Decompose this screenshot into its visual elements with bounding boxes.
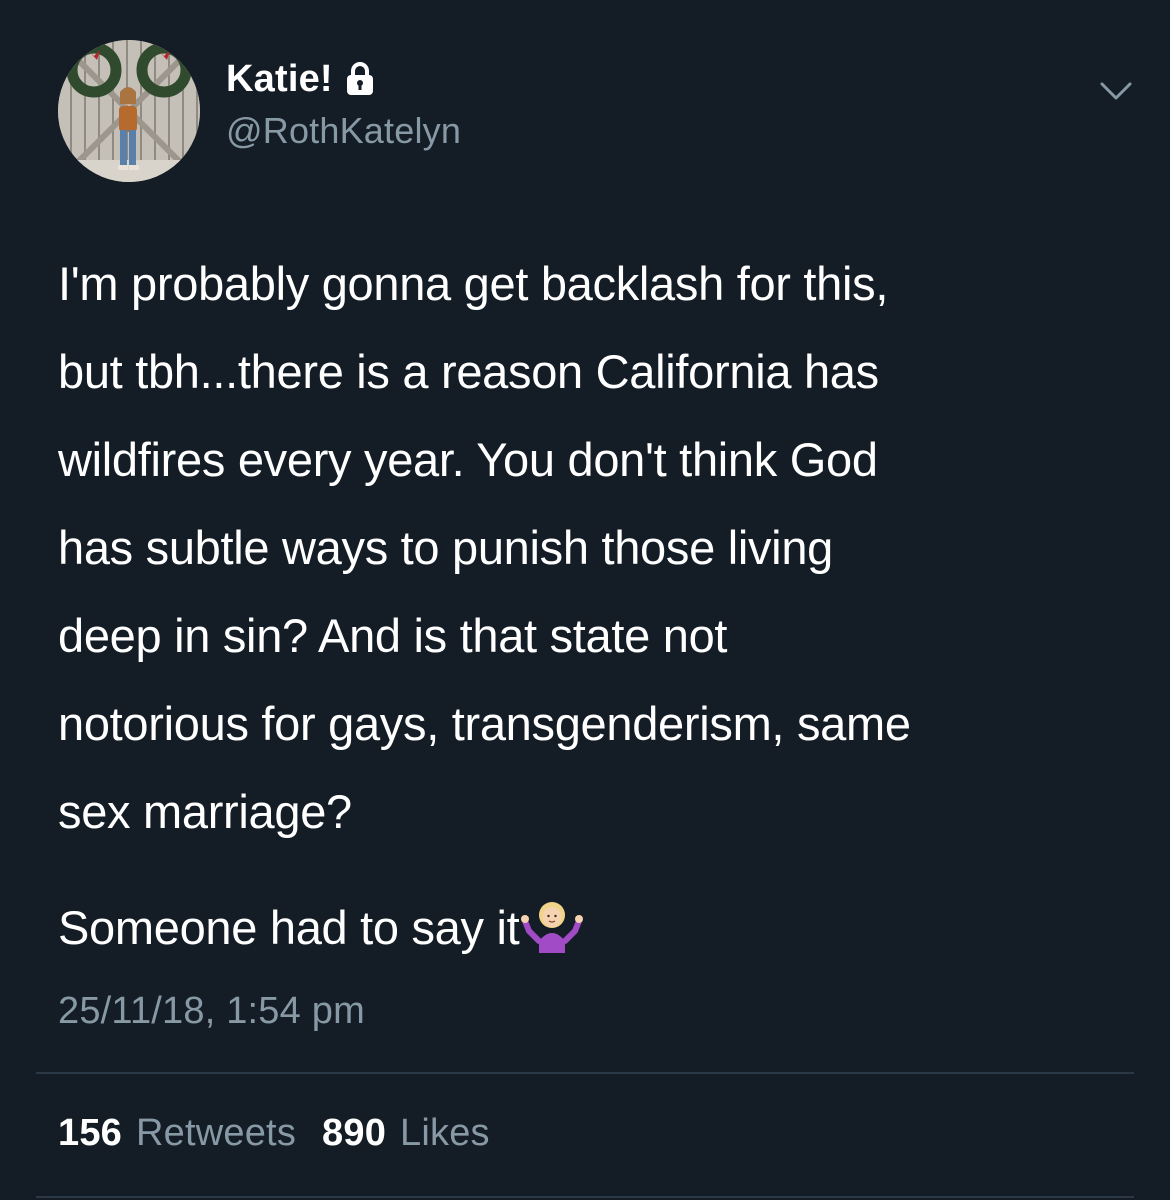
tweet-line: deep in sin? And is that state not xyxy=(58,609,728,662)
likes-stat[interactable]: 890 Likes xyxy=(322,1112,490,1155)
divider xyxy=(36,1072,1134,1074)
tweet-line: notorious for gays, transgenderism, same xyxy=(58,697,911,750)
lock-icon xyxy=(345,62,375,96)
chevron-down-icon[interactable] xyxy=(1094,68,1138,112)
likes-count: 890 xyxy=(322,1112,387,1154)
tweet-second-paragraph: Someone had to say it xyxy=(58,884,584,972)
retweets-stat[interactable]: 156 Retweets xyxy=(58,1112,296,1155)
person-shrugging-icon xyxy=(521,897,584,959)
tweet-line: but tbh...there is a reason California h… xyxy=(58,345,879,398)
divider xyxy=(36,1196,1134,1198)
tweet-text: I'm probably gonna get backlash for this… xyxy=(58,240,1138,856)
tweet-timestamp[interactable]: 25/11/18, 1:54 pm xyxy=(58,990,365,1033)
tweet-header: Katie! @RothKatelyn xyxy=(58,40,1138,182)
retweets-label: Retweets xyxy=(136,1112,297,1154)
display-name[interactable]: Katie! xyxy=(226,58,333,101)
display-name-row: Katie! xyxy=(226,54,461,104)
tweet-line: Someone had to say it xyxy=(58,901,520,954)
tweet-line: I'm probably gonna get backlash for this… xyxy=(58,257,889,310)
user-handle[interactable]: @RothKatelyn xyxy=(226,110,461,152)
user-info: Katie! @RothKatelyn xyxy=(226,54,461,152)
tweet-detail: Katie! @RothKatelyn I'm probably gonna g… xyxy=(0,0,1170,1200)
tweet-stats: 156 Retweets 890 Likes xyxy=(58,1112,516,1155)
avatar[interactable] xyxy=(58,40,200,182)
tweet-line: has subtle ways to punish those living xyxy=(58,521,834,574)
tweet-line: wildfires every year. You don't think Go… xyxy=(58,433,878,486)
profile-photo-icon xyxy=(58,40,200,182)
likes-label: Likes xyxy=(400,1112,490,1154)
tweet-line: sex marriage? xyxy=(58,785,352,838)
retweets-count: 156 xyxy=(58,1112,123,1154)
